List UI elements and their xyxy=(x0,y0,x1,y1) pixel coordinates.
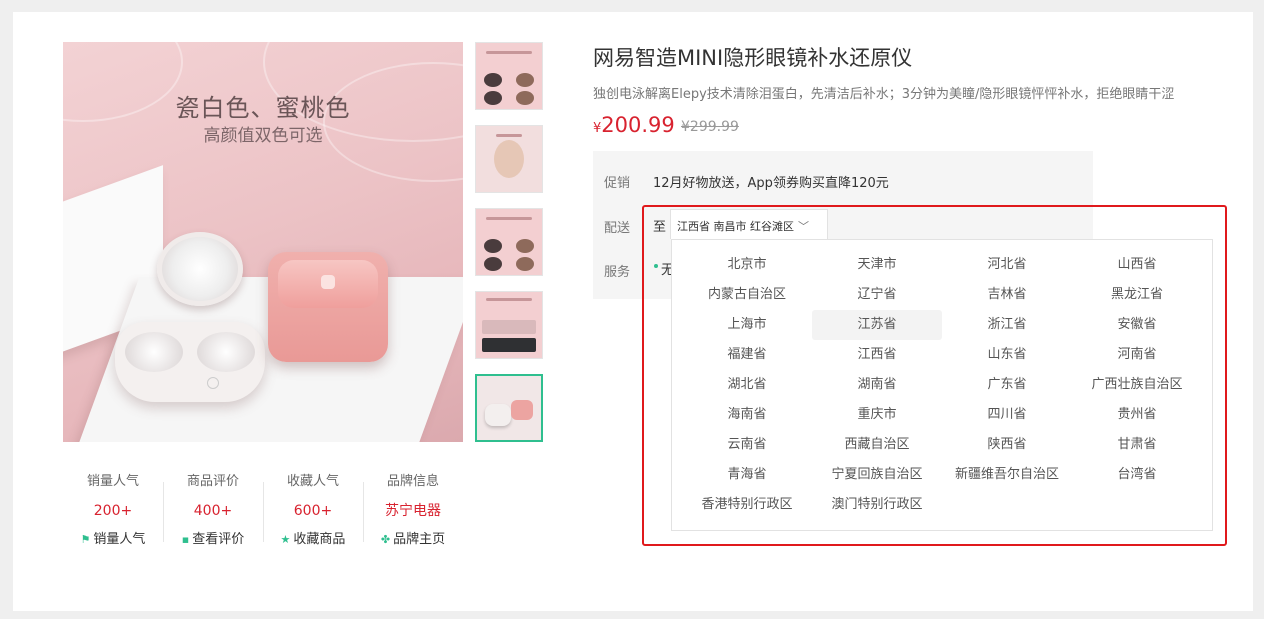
province-option[interactable]: 广西壮族自治区 xyxy=(1072,370,1202,400)
chevron-down-icon: ﹀ xyxy=(798,220,809,233)
promo-text: 12月好物放送，App领券购买直降120元 xyxy=(653,176,889,191)
product-title: 网易智造MINI隐形眼镜补水还原仪 xyxy=(593,46,913,70)
province-option[interactable]: 青海省 xyxy=(682,460,812,490)
stat-value: 600+ xyxy=(293,503,333,519)
province-option[interactable]: 吉林省 xyxy=(942,280,1072,310)
province-option[interactable]: 河南省 xyxy=(1072,340,1202,370)
star-icon: ★ xyxy=(280,533,291,546)
province-option[interactable]: 天津市 xyxy=(812,250,942,280)
province-option[interactable]: 澳门特别行政区 xyxy=(812,490,942,520)
province-option[interactable]: 宁夏回族自治区 xyxy=(812,460,942,490)
province-option[interactable]: 山西省 xyxy=(1072,250,1202,280)
stat-label: 品牌信息 xyxy=(386,474,439,489)
province-option[interactable]: 台湾省 xyxy=(1072,460,1202,490)
white-lens-case xyxy=(115,322,265,402)
province-option[interactable]: 云南省 xyxy=(682,430,812,460)
thumbnail-3[interactable] xyxy=(475,208,543,276)
province-option[interactable]: 西藏自治区 xyxy=(812,430,942,460)
province-option[interactable]: 河北省 xyxy=(942,250,1072,280)
province-option[interactable]: 黑龙江省 xyxy=(1072,280,1202,310)
flag-icon: ⚑ xyxy=(80,533,91,546)
province-option[interactable]: 新疆维吾尔自治区 xyxy=(942,460,1072,490)
address-selector[interactable]: 江西省 南昌市 红谷滩区 ﹀ xyxy=(670,209,828,239)
thumbnail-5[interactable] xyxy=(475,374,543,442)
service-label: 服务 xyxy=(604,265,631,280)
province-option[interactable]: 福建省 xyxy=(682,340,812,370)
province-option[interactable]: 海南省 xyxy=(682,400,812,430)
thumbnail-4[interactable] xyxy=(475,291,543,359)
thumbnail-2[interactable] xyxy=(475,125,543,193)
delivery-label: 配送 xyxy=(604,221,631,236)
product-description: 独创电泳解离Elepy技术清除泪蛋白，先清洁后补水；3分钟为美瞳/隐形眼镜怦怦补… xyxy=(593,87,1175,102)
favorite-link[interactable]: ★ 收藏商品 xyxy=(263,532,363,548)
stat-label: 销量人气 xyxy=(86,474,139,489)
stat-label: 收藏人气 xyxy=(286,474,339,489)
promo-label: 促销 xyxy=(604,176,631,191)
image-subtitle: 高颜值双色可选 xyxy=(203,126,323,146)
province-option[interactable]: 甘肃省 xyxy=(1072,430,1202,460)
view-reviews-link[interactable]: ▪ 查看评价 xyxy=(163,532,263,548)
product-stats: 销量人气 200+ ⚑ 销量人气 商品评价 400+ ▪ 查看评价 收藏人气 600… xyxy=(63,474,463,554)
province-option[interactable]: 江西省 xyxy=(812,340,942,370)
province-option[interactable]: 贵州省 xyxy=(1072,400,1202,430)
thumbnail-1[interactable] xyxy=(475,42,543,110)
product-price: ¥200.99 xyxy=(593,113,675,137)
original-price: ¥299.99 xyxy=(681,119,739,135)
province-option[interactable]: 辽宁省 xyxy=(812,280,942,310)
delivery-to: 至 xyxy=(653,220,667,235)
province-dropdown: 北京市 天津市 河北省 山西省内蒙古自治区 辽宁省 吉林省 黑龙江省上海市 江苏省 浙江省 安徽省… xyxy=(671,239,1213,531)
province-option[interactable]: 上海市 xyxy=(682,310,812,340)
product-card: 瓷白色、蜜桃色 高颜值双色可选 销量人气 200+ ⚑ 销量人气 商品评价 40… xyxy=(13,12,1253,611)
stat-brand: 品牌信息 苏宁电器 ✤ 品牌主页 xyxy=(363,474,463,554)
service-dot-icon xyxy=(654,264,658,268)
province-option[interactable]: 内蒙古自治区 xyxy=(682,280,812,310)
brand-name[interactable]: 苏宁电器 xyxy=(363,503,463,519)
image-title: 瓷白色、蜜桃色 xyxy=(175,94,351,122)
province-option[interactable]: 浙江省 xyxy=(942,310,1072,340)
address-value: 江西省 南昌市 红谷滩区 xyxy=(677,220,794,233)
stat-reviews: 商品评价 400+ ▪ 查看评价 xyxy=(163,474,263,554)
stat-value: 400+ xyxy=(193,503,233,519)
province-option[interactable]: 四川省 xyxy=(942,400,1072,430)
sales-link[interactable]: ⚑ 销量人气 xyxy=(63,532,163,548)
stat-favorites: 收藏人气 600+ ★ 收藏商品 xyxy=(263,474,363,554)
brand-home-link[interactable]: ✤ 品牌主页 xyxy=(363,532,463,548)
main-product-image: 瓷白色、蜜桃色 高颜值双色可选 xyxy=(63,42,463,442)
province-option[interactable]: 北京市 xyxy=(682,250,812,280)
province-option[interactable]: 广东省 xyxy=(942,370,1072,400)
province-option[interactable]: 湖南省 xyxy=(812,370,942,400)
stat-value: 200+ xyxy=(93,503,133,519)
province-option[interactable]: 湖北省 xyxy=(682,370,812,400)
stat-label: 商品评价 xyxy=(186,474,239,489)
brand-icon: ✤ xyxy=(380,533,391,546)
province-option[interactable]: 江苏省 xyxy=(812,310,942,340)
case-mirror xyxy=(157,232,243,306)
province-grid: 北京市 天津市 河北省 山西省内蒙古自治区 辽宁省 吉林省 黑龙江省上海市 江苏省 浙江省 安徽省… xyxy=(682,250,1202,520)
province-option[interactable]: 安徽省 xyxy=(1072,310,1202,340)
province-option[interactable]: 陕西省 xyxy=(942,430,1072,460)
comment-icon: ▪ xyxy=(181,533,190,546)
pink-lens-case xyxy=(268,252,388,362)
province-option[interactable]: 山东省 xyxy=(942,340,1072,370)
province-option[interactable]: 重庆市 xyxy=(812,400,942,430)
stat-sales: 销量人气 200+ ⚑ 销量人气 xyxy=(63,474,163,554)
province-option[interactable]: 香港特别行政区 xyxy=(682,490,812,520)
